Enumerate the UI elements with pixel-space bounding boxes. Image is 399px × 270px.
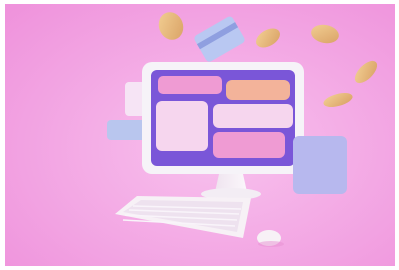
- mouse-shadow: [258, 241, 284, 247]
- ui-card-middle: [213, 104, 293, 128]
- ui-card-top-right: [226, 80, 290, 100]
- illustration-scene: [5, 4, 395, 266]
- floating-panel-right: [293, 136, 347, 194]
- ui-card-top-left: [158, 76, 222, 94]
- scene-svg: [5, 4, 395, 266]
- ui-card-bottom: [213, 132, 285, 158]
- ui-card-large: [156, 101, 208, 151]
